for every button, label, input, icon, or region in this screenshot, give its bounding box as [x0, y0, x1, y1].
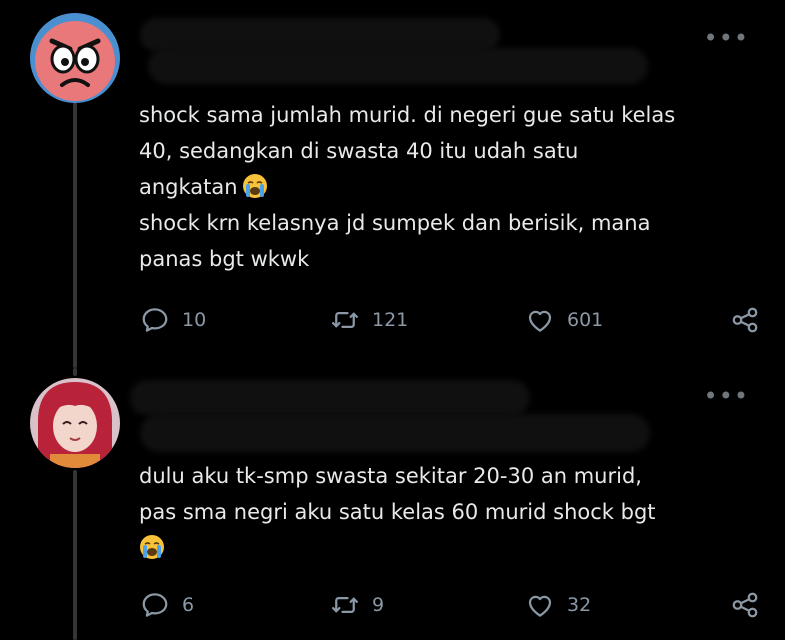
text-line: shock sama jumlah murid. di negeri gue s… [139, 103, 676, 127]
avatar[interactable] [30, 13, 120, 103]
loudly-crying-face-icon [242, 173, 268, 199]
loudly-crying-face-icon [139, 534, 165, 560]
thread-line [73, 470, 77, 640]
tweet-text: dulu aku tk-smp swasta sekitar 20-30 an … [139, 458, 749, 566]
retweet-button[interactable]: 121 [330, 305, 408, 335]
retweet-count: 121 [372, 309, 409, 331]
reply-button[interactable]: 10 [140, 305, 206, 335]
red-haired-anime-avatar-icon [30, 378, 120, 468]
like-count: 601 [567, 309, 604, 331]
retweet-button[interactable]: 9 [330, 590, 384, 620]
text-line: pas sma negri aku satu kelas 60 murid sh… [139, 500, 656, 524]
avatar[interactable] [30, 378, 120, 468]
retweet-icon [332, 597, 358, 613]
like-icon [528, 310, 552, 332]
thread-line [73, 100, 77, 368]
like-count: 32 [567, 594, 592, 616]
share-icon [732, 307, 758, 333]
redacted-handle [148, 48, 648, 84]
like-button[interactable]: 601 [525, 305, 603, 335]
more-options-icon[interactable]: ••• [704, 382, 749, 410]
like-icon [528, 595, 552, 617]
text-line: 40, sedangkan di swasta 40 itu udah satu [139, 139, 579, 163]
share-icon [732, 592, 758, 618]
reply-button[interactable]: 6 [140, 590, 194, 620]
share-button[interactable] [730, 590, 760, 620]
like-button[interactable]: 32 [525, 590, 591, 620]
text-line: panas bgt wkwk [139, 247, 310, 271]
redacted-handle [140, 414, 650, 452]
angry-face-avatar-icon [30, 13, 120, 103]
reply-icon [142, 308, 168, 332]
tweet-1[interactable]: ••• shock sama jumlah murid. di negeri g… [0, 0, 785, 368]
reply-count: 6 [182, 594, 195, 616]
retweet-icon [332, 312, 358, 328]
reply-icon [142, 593, 168, 617]
more-options-icon[interactable]: ••• [704, 24, 749, 52]
redacted-username [140, 18, 500, 52]
tweet-2[interactable]: ••• dulu aku tk-smp swasta sekitar 20-30… [0, 368, 785, 640]
share-button[interactable] [730, 305, 760, 335]
text-line: shock krn kelasnya jd sumpek dan berisik… [139, 211, 651, 235]
thread-line [73, 368, 77, 376]
tweet-actions: 6 9 32 [140, 590, 760, 622]
tweet-text: shock sama jumlah murid. di negeri gue s… [139, 97, 749, 277]
redacted-username [130, 380, 530, 416]
text-line: angkatan [139, 175, 238, 199]
reply-count: 10 [182, 309, 207, 331]
retweet-count: 9 [372, 594, 385, 616]
tweet-actions: 10 121 601 [140, 305, 760, 337]
text-line: dulu aku tk-smp swasta sekitar 20-30 an … [139, 464, 642, 488]
